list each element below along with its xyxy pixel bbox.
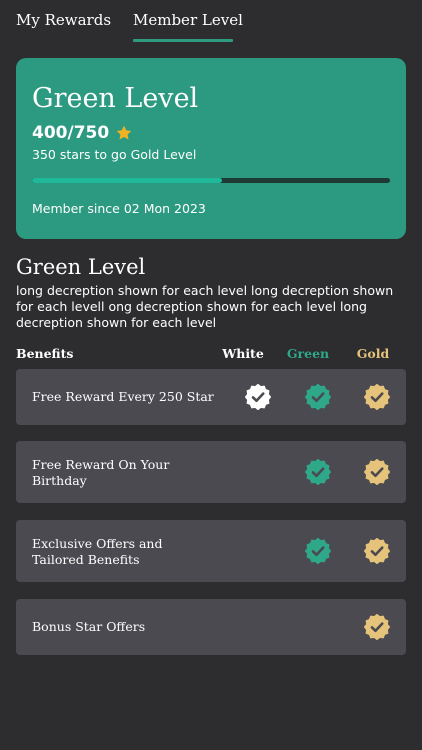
tab-member-level[interactable]: Member Level xyxy=(133,11,243,29)
column-green: Green xyxy=(286,346,330,361)
gold-check-badge-icon xyxy=(364,384,390,410)
green-check-badge-icon xyxy=(305,459,331,485)
level-title: Green Level xyxy=(32,83,199,114)
green-check-badge-icon xyxy=(305,384,331,410)
tab-my-rewards[interactable]: My Rewards xyxy=(16,11,111,29)
column-gold: Gold xyxy=(356,346,390,361)
gold-check-badge-icon xyxy=(364,614,390,640)
member-since-text: Member since 02 Mon 2023 xyxy=(32,201,206,216)
column-white: White xyxy=(222,346,264,361)
active-tab-indicator xyxy=(133,39,233,42)
points-row: 400/750 xyxy=(32,122,133,144)
benefit-row: Bonus Star Offers xyxy=(16,599,406,655)
benefits-header: Benefits White Green Gold xyxy=(0,344,422,364)
benefit-row: Exclusive Offers and Tailored Benefits xyxy=(16,520,406,582)
white-check-badge-icon xyxy=(245,384,271,410)
benefit-label: Free Reward Every 250 Star xyxy=(32,389,214,404)
gold-check-badge-icon xyxy=(364,538,390,564)
section-title: Green Level xyxy=(16,255,146,279)
tab-bar: My Rewards Member Level xyxy=(0,0,422,44)
benefit-label: Bonus Star Offers xyxy=(32,619,146,634)
star-icon xyxy=(115,124,133,142)
benefit-label: Exclusive Offers and Tailored Benefits xyxy=(32,536,163,567)
gold-check-badge-icon xyxy=(364,459,390,485)
points-value: 400/750 xyxy=(32,123,110,143)
member-level-screen: My Rewards Member Level Green Level 400/… xyxy=(0,0,422,750)
section-description: long decreption shown for each level lon… xyxy=(16,283,394,330)
green-check-badge-icon xyxy=(305,538,331,564)
stars-to-go-text: 350 stars to go Gold Level xyxy=(32,147,197,162)
benefit-row: Free Reward Every 250 Star xyxy=(16,369,406,425)
benefit-row: Free Reward On Your Birthday xyxy=(16,441,406,503)
benefit-label: Free Reward On Your Birthday xyxy=(32,457,170,488)
level-progress-bar xyxy=(32,178,390,183)
benefits-label: Benefits xyxy=(16,346,74,361)
level-progress-fill xyxy=(32,178,222,183)
level-card: Green Level 400/750 350 stars to go Gold… xyxy=(16,58,406,239)
